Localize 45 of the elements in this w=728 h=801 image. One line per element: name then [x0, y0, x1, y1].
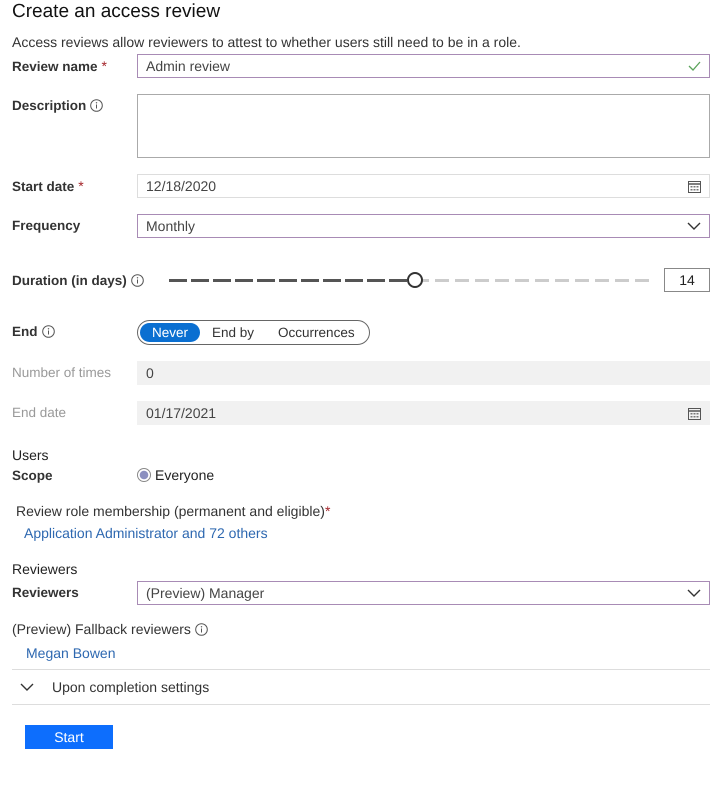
- chevron-down-icon: [687, 589, 701, 597]
- field-label: Number of times: [12, 365, 112, 380]
- field-label: Frequency: [12, 218, 80, 233]
- slider-thumb[interactable]: [407, 272, 424, 288]
- section-heading: Reviewers: [12, 561, 78, 577]
- section-heading: Users: [12, 447, 50, 463]
- info-icon[interactable]: [90, 99, 104, 112]
- segment-option[interactable]: Never: [140, 323, 200, 342]
- reviewers-dropdown[interactable]: (Preview) Manager: [137, 581, 710, 605]
- required-asterisk: *: [102, 58, 107, 74]
- field-label: Description: [12, 98, 86, 113]
- required-asterisk: *: [78, 178, 84, 194]
- checkmark-icon: [688, 61, 701, 71]
- description-field[interactable]: [137, 94, 710, 158]
- field-label: Start date: [12, 178, 74, 194]
- segment-option[interactable]: Occurrences: [266, 323, 367, 342]
- field-label: (Preview) Fallback reviewers: [12, 621, 191, 637]
- frequency-dropdown[interactable]: Monthly: [137, 214, 710, 238]
- field-label: End date: [12, 405, 66, 420]
- start-button[interactable]: Start: [25, 725, 113, 749]
- field-label: End: [12, 324, 38, 339]
- date-field[interactable]: 12/18/2020: [137, 174, 710, 198]
- segment-option[interactable]: End by: [200, 323, 266, 342]
- intro-text: Access reviews allow reviewers to attest to whether users still need to be in a role.: [12, 34, 522, 50]
- duration-field[interactable]: 14: [664, 268, 710, 292]
- required-asterisk: *: [324, 503, 330, 519]
- role-link[interactable]: Application Administrator and 72 others: [24, 525, 268, 541]
- info-icon[interactable]: [130, 274, 144, 286]
- radio-button[interactable]: [137, 468, 151, 482]
- chevron-down-icon: [687, 222, 701, 230]
- calendar-icon[interactable]: [688, 180, 701, 192]
- completion-expander[interactable]: Upon completion settings: [12, 669, 710, 705]
- field-label: Scope: [12, 468, 54, 482]
- text-field[interactable]: Admin review: [137, 54, 710, 78]
- info-icon[interactable]: [194, 622, 208, 636]
- field-label: Duration (in days): [12, 272, 127, 288]
- reviewer-link[interactable]: Megan Bowen: [26, 645, 116, 661]
- page-title: Create an access review: [12, 0, 222, 24]
- field-label: Reviewers: [12, 585, 79, 600]
- slider-track[interactable]: [169, 272, 652, 288]
- info-icon[interactable]: [42, 325, 54, 338]
- chevron-icon: [20, 683, 34, 691]
- field-label: Review name: [12, 58, 98, 74]
- radio-label: Everyone: [155, 467, 214, 483]
- field-label: Review role membership (permanent and eligible): [16, 503, 325, 519]
